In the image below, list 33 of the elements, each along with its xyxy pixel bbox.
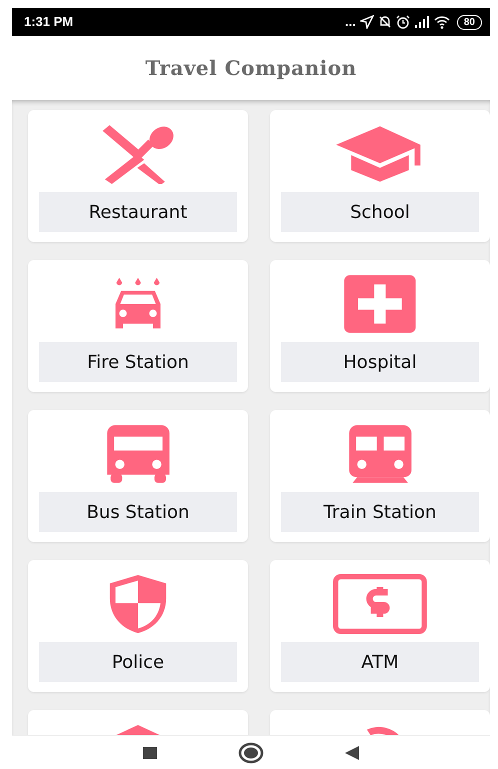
location-icon xyxy=(360,15,374,29)
signal-icon xyxy=(414,16,430,28)
place-label: Police xyxy=(39,642,237,682)
place-label: Bus Station xyxy=(39,492,237,532)
medical-cross-icon xyxy=(343,274,417,334)
alarm-icon xyxy=(396,15,410,29)
back-button[interactable] xyxy=(344,744,360,760)
place-card[interactable]: Police xyxy=(28,560,248,692)
place-card[interactable]: Hospital xyxy=(270,260,490,392)
place-card[interactable]: Fire Station xyxy=(28,260,248,392)
shield-icon xyxy=(108,574,168,634)
place-label: ATM xyxy=(281,642,479,682)
place-card[interactable]: Restaurant xyxy=(28,110,248,242)
place-label: Restaurant xyxy=(39,192,237,232)
place-card[interactable]: Bus Station xyxy=(28,410,248,542)
bus-icon xyxy=(106,424,170,484)
home-button[interactable] xyxy=(238,742,264,764)
wifi-icon xyxy=(434,16,450,28)
app-title: Travel Companion xyxy=(145,55,357,82)
place-card[interactable]: Train Station xyxy=(270,410,490,542)
place-label: Fire Station xyxy=(39,342,237,382)
place-card[interactable]: School xyxy=(270,110,490,242)
recents-button[interactable] xyxy=(142,746,158,760)
train-icon xyxy=(348,424,412,484)
status-time: 1:31 PM xyxy=(24,13,74,32)
cash-screen-icon xyxy=(333,574,427,634)
place-card[interactable]: ATM xyxy=(270,560,490,692)
battery-level: 80 xyxy=(456,14,482,30)
muted-bell-icon xyxy=(378,15,392,29)
more-notifications: ... xyxy=(345,13,356,32)
place-label: Hospital xyxy=(281,342,479,382)
place-label: Train Station xyxy=(281,492,479,532)
place-label: School xyxy=(281,192,479,232)
